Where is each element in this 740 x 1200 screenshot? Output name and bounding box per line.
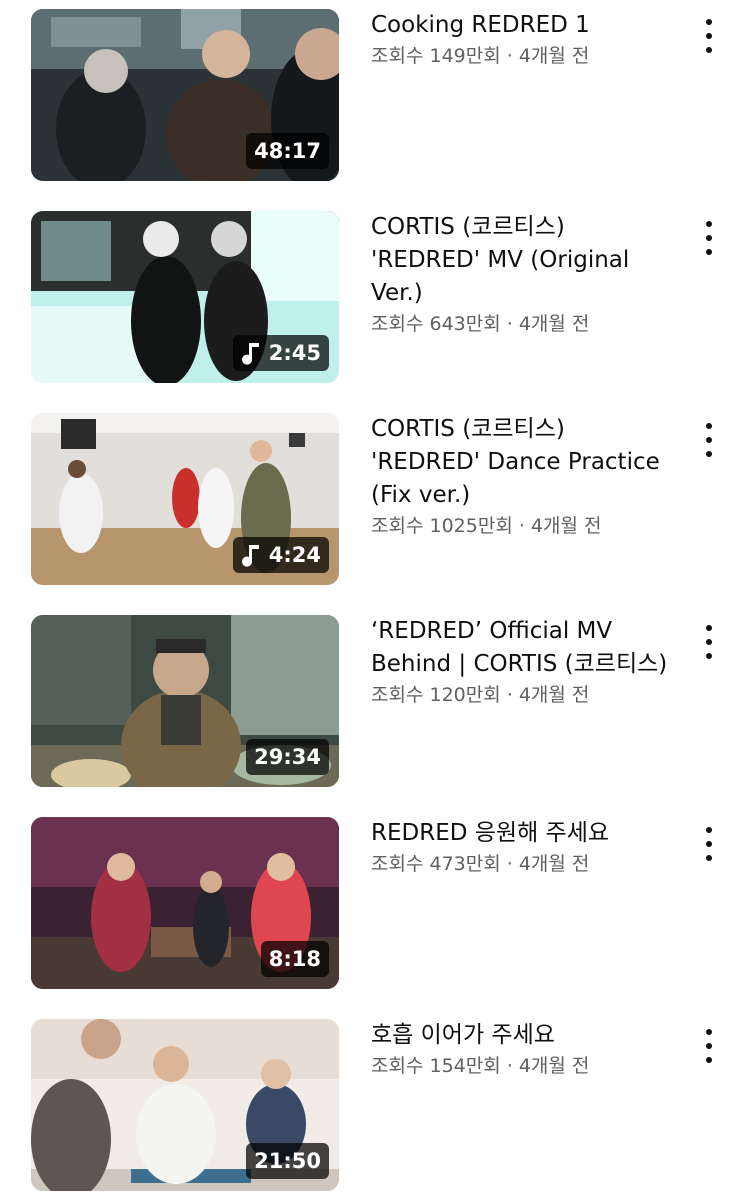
upload-age: 4개월 전 [518, 1055, 590, 1077]
upload-age: 4개월 전 [518, 45, 590, 67]
duration-text: 48:17 [254, 139, 321, 163]
duration-text: 4:24 [268, 543, 321, 567]
duration-text: 29:34 [254, 745, 321, 769]
video-list: 48:17 Cooking REDRED 1 조회수 149만회 · 4개월 전 [0, 0, 740, 1200]
view-count: 조회수 149만회 [371, 45, 501, 67]
video-stats: 조회수 120만회 · 4개월 전 [371, 681, 686, 709]
separator: · [500, 853, 519, 875]
duration-text: 21:50 [254, 1149, 321, 1173]
view-count: 조회수 154만회 [371, 1055, 501, 1077]
more-vert-icon[interactable] [696, 19, 722, 53]
video-meta: REDRED 응원해 주세요 조회수 473만회 · 4개월 전 [371, 817, 686, 878]
video-title[interactable]: Cooking REDRED 1 [371, 9, 686, 42]
more-vert-icon[interactable] [696, 625, 722, 659]
video-title[interactable]: 호흡 이어가 주세요 [371, 1019, 686, 1052]
view-count: 조회수 473만회 [371, 853, 501, 875]
upload-age: 4개월 전 [518, 313, 590, 335]
video-thumbnail[interactable]: 2:45 [31, 211, 339, 383]
video-item[interactable]: 4:24 CORTIS (코르티스) 'REDRED' Dance Practi… [0, 413, 740, 585]
video-stats: 조회수 154만회 · 4개월 전 [371, 1052, 686, 1080]
separator: · [500, 1055, 519, 1077]
video-stats: 조회수 149만회 · 4개월 전 [371, 42, 686, 70]
duration-badge: 21:50 [246, 1143, 329, 1179]
video-title[interactable]: CORTIS (코르티스) 'REDRED' MV (Original Ver.… [371, 211, 686, 310]
separator: · [500, 45, 519, 67]
video-item[interactable]: 29:34 ‘REDRED’ Official MV Behind | CORT… [0, 615, 740, 787]
music-note-icon [241, 341, 261, 365]
duration-badge: 48:17 [246, 133, 329, 169]
video-item[interactable]: 21:50 호흡 이어가 주세요 조회수 154만회 · 4개월 전 [0, 1019, 740, 1191]
video-thumbnail[interactable]: 4:24 [31, 413, 339, 585]
duration-badge: 4:24 [232, 537, 329, 573]
duration-text: 8:18 [268, 947, 321, 971]
separator: · [500, 313, 519, 335]
duration-text: 2:45 [268, 341, 321, 365]
view-count: 조회수 643만회 [371, 313, 501, 335]
video-title[interactable]: ‘REDRED’ Official MV Behind | CORTIS (코르… [371, 615, 686, 681]
more-vert-icon[interactable] [696, 423, 722, 457]
video-thumbnail[interactable]: 48:17 [31, 9, 339, 181]
video-item[interactable]: 2:45 CORTIS (코르티스) 'REDRED' MV (Original… [0, 211, 740, 383]
upload-age: 4개월 전 [530, 515, 602, 537]
upload-age: 4개월 전 [518, 853, 590, 875]
duration-badge: 8:18 [260, 941, 329, 977]
video-stats: 조회수 473만회 · 4개월 전 [371, 850, 686, 878]
video-item[interactable]: 8:18 REDRED 응원해 주세요 조회수 473만회 · 4개월 전 [0, 817, 740, 989]
duration-badge: 29:34 [246, 739, 329, 775]
more-vert-icon[interactable] [696, 221, 722, 255]
video-item[interactable]: 48:17 Cooking REDRED 1 조회수 149만회 · 4개월 전 [0, 9, 740, 181]
video-title[interactable]: CORTIS (코르티스) 'REDRED' Dance Practice (F… [371, 413, 686, 512]
upload-age: 4개월 전 [518, 684, 590, 706]
music-note-icon [241, 543, 261, 567]
view-count: 조회수 120만회 [371, 684, 501, 706]
video-title[interactable]: REDRED 응원해 주세요 [371, 817, 686, 850]
video-meta: Cooking REDRED 1 조회수 149만회 · 4개월 전 [371, 9, 686, 70]
video-meta: CORTIS (코르티스) 'REDRED' MV (Original Ver.… [371, 211, 686, 338]
more-vert-icon[interactable] [696, 827, 722, 861]
video-thumbnail[interactable]: 8:18 [31, 817, 339, 989]
video-meta: CORTIS (코르티스) 'REDRED' Dance Practice (F… [371, 413, 686, 540]
view-count: 조회수 1025만회 [371, 515, 513, 537]
video-meta: ‘REDRED’ Official MV Behind | CORTIS (코르… [371, 615, 686, 709]
separator: · [500, 684, 519, 706]
more-vert-icon[interactable] [696, 1029, 722, 1063]
video-thumbnail[interactable]: 29:34 [31, 615, 339, 787]
video-thumbnail[interactable]: 21:50 [31, 1019, 339, 1191]
video-meta: 호흡 이어가 주세요 조회수 154만회 · 4개월 전 [371, 1019, 686, 1080]
duration-badge: 2:45 [232, 335, 329, 371]
video-stats: 조회수 643만회 · 4개월 전 [371, 310, 686, 338]
separator: · [512, 515, 531, 537]
video-stats: 조회수 1025만회 · 4개월 전 [371, 512, 686, 540]
